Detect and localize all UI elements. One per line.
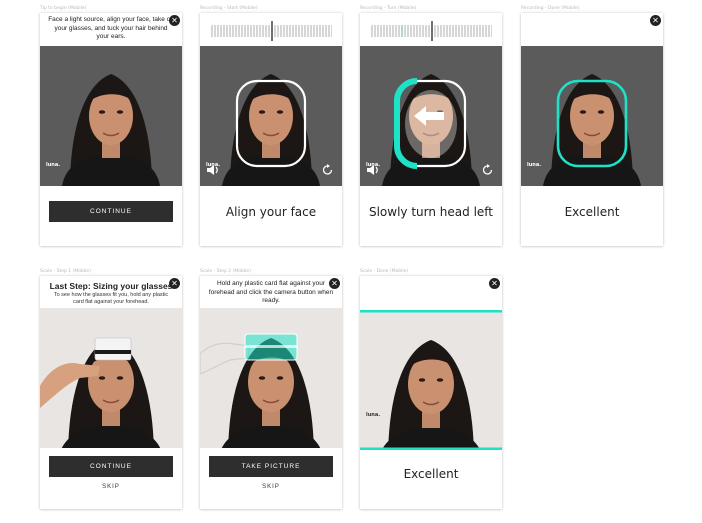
step-title: Last Step: Sizing your glasses bbox=[49, 281, 173, 291]
skip-link[interactable]: SKIP bbox=[40, 484, 182, 490]
face-photo bbox=[40, 308, 182, 448]
angle-ruler bbox=[211, 21, 332, 41]
status-caption: Slowly turn head left bbox=[368, 205, 494, 219]
continue-button[interactable]: CONTINUE bbox=[49, 201, 173, 222]
screen-tip-to-begin: ✕ Face a light source, align your face, … bbox=[40, 13, 182, 246]
camera-preview: luna. bbox=[360, 46, 502, 186]
scan-line-bottom bbox=[360, 447, 502, 450]
face-photo bbox=[200, 46, 342, 186]
face-photo bbox=[360, 46, 502, 186]
camera-preview: luna. bbox=[360, 310, 502, 450]
step-subtitle: To see how the glasses fit you, hold any… bbox=[53, 292, 169, 305]
screen-scale-step-1: ✕ Last Step: Sizing your glasses To see … bbox=[40, 276, 182, 509]
take-picture-button[interactable]: TAKE PICTURE bbox=[209, 456, 333, 477]
brand-logo: luna. bbox=[527, 162, 542, 168]
camera-preview bbox=[40, 308, 182, 448]
status-caption: Align your face bbox=[225, 205, 317, 219]
close-icon[interactable]: ✕ bbox=[489, 278, 500, 289]
screen-scale-done: ✕ luna. Excellent bbox=[360, 276, 502, 509]
close-icon[interactable]: ✕ bbox=[650, 15, 661, 26]
face-photo bbox=[200, 308, 342, 448]
screen-recording-start: luna. Align your face bbox=[200, 13, 342, 246]
close-icon[interactable]: ✕ bbox=[169, 278, 180, 289]
brand-logo: luna. bbox=[46, 162, 61, 168]
angle-ruler bbox=[371, 21, 492, 41]
speaker-icon[interactable] bbox=[206, 164, 220, 176]
rotate-icon[interactable] bbox=[482, 164, 494, 176]
camera-preview bbox=[200, 308, 342, 448]
camera-preview: luna. bbox=[200, 46, 342, 186]
skip-link[interactable]: SKIP bbox=[200, 484, 342, 490]
camera-preview: luna. bbox=[40, 46, 182, 186]
speaker-icon[interactable] bbox=[366, 164, 380, 176]
face-photo bbox=[40, 46, 182, 186]
frame-label: Recording - Done (Mobile) bbox=[521, 6, 580, 11]
frame-label: Recording - Turn (Mobile) bbox=[360, 6, 417, 11]
close-icon[interactable]: ✕ bbox=[329, 278, 340, 289]
scan-line-top bbox=[360, 310, 502, 313]
screen-recording-turn: luna. Slowly turn head left bbox=[360, 13, 502, 246]
status-caption: Excellent bbox=[564, 205, 620, 219]
frame-label: Scale - Step 1 (Mobile) bbox=[40, 269, 91, 274]
rotate-icon[interactable] bbox=[322, 164, 334, 176]
camera-preview: luna. bbox=[521, 46, 663, 186]
screen-recording-done: ✕ luna. Excellent bbox=[521, 13, 663, 246]
instruction-text: Hold any plastic card flat against your … bbox=[208, 280, 334, 304]
continue-button[interactable]: CONTINUE bbox=[49, 456, 173, 477]
card-icon bbox=[94, 337, 132, 361]
status-caption: Excellent bbox=[403, 467, 459, 481]
close-icon[interactable]: ✕ bbox=[169, 15, 180, 26]
frame-label: Scale - Done (Mobile) bbox=[360, 269, 409, 274]
frame-label: Scale - Step 2 (Mobile) bbox=[200, 269, 251, 274]
screen-scale-step-2: ✕ Hold any plastic card flat against you… bbox=[200, 276, 342, 509]
brand-logo: luna. bbox=[366, 412, 381, 418]
frame-label: Recording - Start (Mobile) bbox=[200, 6, 258, 11]
instruction-text: Face a light source, align your face, ta… bbox=[48, 16, 174, 40]
face-photo bbox=[360, 310, 502, 450]
face-photo bbox=[521, 46, 663, 186]
frame-label: Tip to begin (Mobile) bbox=[40, 6, 87, 11]
